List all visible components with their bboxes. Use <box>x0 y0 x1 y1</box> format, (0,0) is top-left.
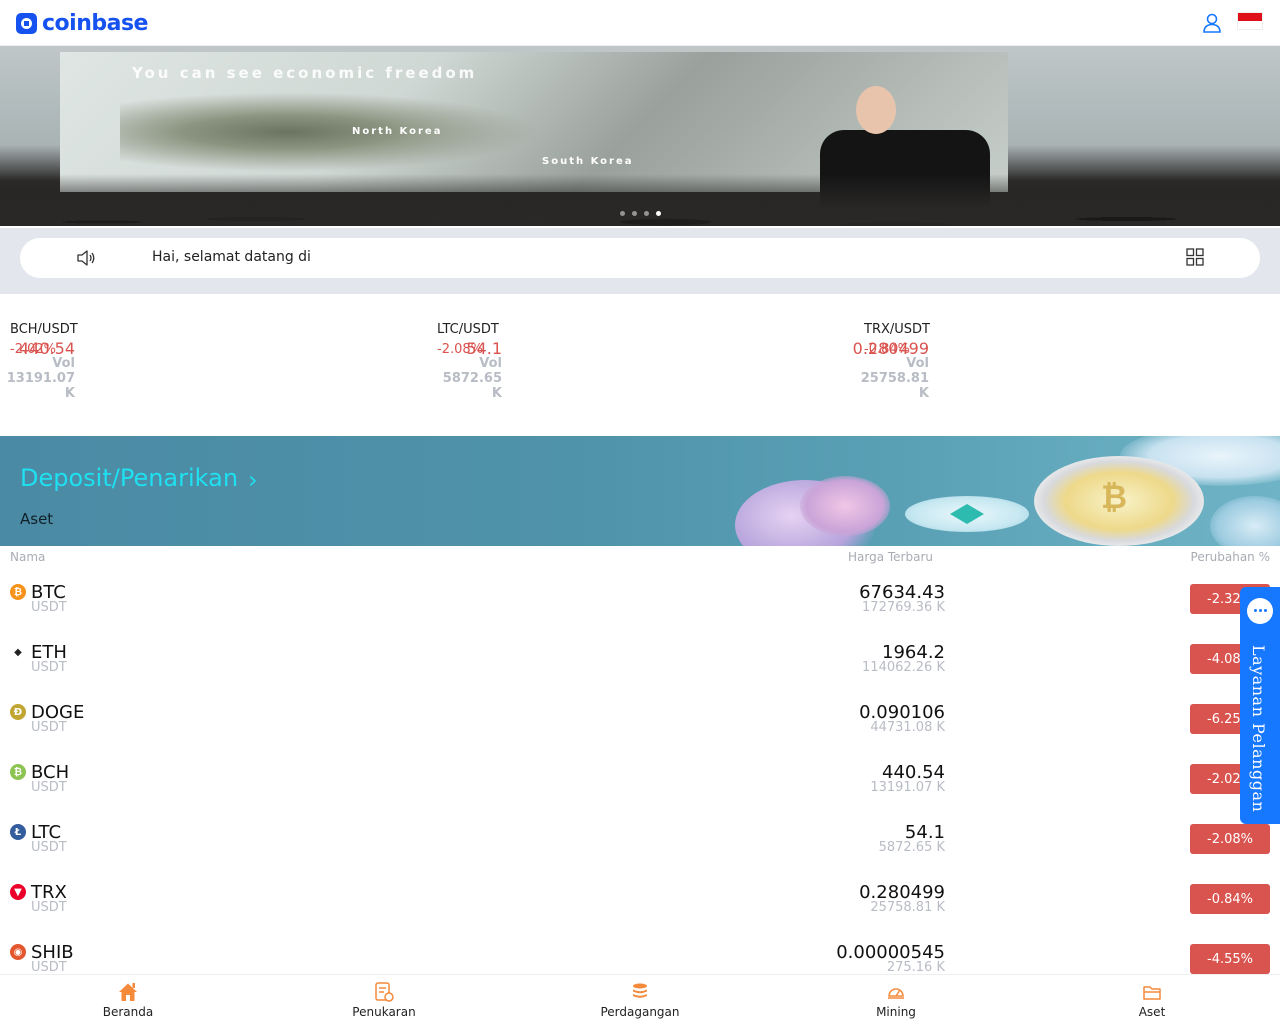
coinbase-logo[interactable]: coinbase <box>16 10 148 36</box>
ticker-pair: LTC/USDT <box>437 322 499 337</box>
app-header: coinbase <box>0 0 1280 46</box>
carousel-dots <box>620 211 661 216</box>
ticker-strip: BCH/USDT 440.54 -2.02% Vol 13191.07 K LT… <box>0 294 1280 436</box>
ticker-pair: BCH/USDT <box>10 322 78 337</box>
trade-icon <box>633 983 647 998</box>
deposit-subtitle: Aset <box>20 510 54 528</box>
banner-label-north: North Korea <box>352 126 443 137</box>
bch-icon: ₿ <box>10 764 26 780</box>
coin-volume: 25758.81 K <box>870 900 945 915</box>
carousel-dot[interactable] <box>620 211 625 216</box>
change-badge[interactable]: -0.84% <box>1190 884 1270 914</box>
market-row[interactable]: ₿ BCH USDT 440.54 13191.07 K -2.02% <box>0 750 1280 810</box>
nav-label: Penukaran <box>352 1005 416 1019</box>
ticker-card[interactable]: TRX/USDT 0.280499 -0.84% Vol 25758.81 K <box>853 322 1264 401</box>
shib-icon: ◉ <box>10 944 26 960</box>
mining-icon <box>888 988 904 999</box>
ticker-card[interactable]: BCH/USDT 440.54 -2.02% Vol 13191.07 K <box>7 322 410 401</box>
bottom-navigation: Beranda Penukaran Perdagangan Mining Ase… <box>0 974 1280 1024</box>
btc-icon: ₿ <box>10 584 26 600</box>
market-row[interactable]: ₿ BTC USDT 67634.43 172769.36 K -2.32% <box>0 570 1280 630</box>
nav-label: Beranda <box>102 1005 154 1019</box>
speaker-icon <box>77 250 95 266</box>
home-icon <box>119 983 137 1001</box>
carousel-dot[interactable] <box>644 211 649 216</box>
notice-bar[interactable]: Hai, selamat datang di <box>20 238 1260 278</box>
nav-label: Aset <box>1138 1005 1166 1019</box>
coin-quote: USDT <box>31 780 67 795</box>
nav-item-penukaran[interactable]: Penukaran <box>256 975 512 1024</box>
market-row[interactable]: ◆ ETH USDT 1964.2 114062.26 K -4.08% <box>0 630 1280 690</box>
ltc-icon: Ł <box>10 824 26 840</box>
coin-volume: 13191.07 K <box>870 780 945 795</box>
banner-headline: You can see economic freedom <box>132 64 478 82</box>
ticker-volume: Vol 13191.07 K <box>6 356 75 401</box>
notice-section: Hai, selamat datang di <box>0 228 1280 294</box>
column-latest-price: Harga Terbaru <box>848 550 934 564</box>
customer-service-label: Layanan Pelanggan <box>1249 645 1268 813</box>
nav-item-perdagangan[interactable]: Perdagangan <box>512 975 768 1024</box>
btc-coin-illustration <box>1034 456 1204 546</box>
market-row[interactable]: ▼ TRX USDT 0.280499 25758.81 K -0.84% <box>0 870 1280 930</box>
ticker-pair: TRX/USDT <box>864 322 930 337</box>
grid-menu-icon[interactable] <box>1186 248 1204 266</box>
chat-bubble-icon <box>1247 598 1273 624</box>
coin-quote: USDT <box>31 900 67 915</box>
deposit-withdraw-link[interactable]: Deposit/Penarikan <box>20 464 238 492</box>
market-list-header: Nama Harga Terbaru Perubahan % <box>0 548 1280 568</box>
notice-text: Hai, selamat datang di <box>152 249 311 265</box>
chevron-right-icon: › <box>248 466 258 494</box>
column-change: Perubahan % <box>1190 550 1270 564</box>
nav-label: Perdagangan <box>600 1005 680 1019</box>
nav-label: Mining <box>876 1005 916 1019</box>
column-name: Nama <box>10 550 46 564</box>
coin-quote: USDT <box>31 660 67 675</box>
coin-volume: 275.16 K <box>886 960 945 974</box>
market-list: ₿ BTC USDT 67634.43 172769.36 K -2.32% ◆ ETH USD… <box>0 570 1280 974</box>
trx-icon: ▼ <box>10 884 26 900</box>
doge-icon: Ð <box>10 704 26 720</box>
eth-coin-illustration <box>905 496 1029 532</box>
nav-item-mining[interactable]: Mining <box>768 975 1024 1024</box>
carousel-dot-active[interactable] <box>656 211 661 216</box>
wallet-icon <box>1143 986 1161 1000</box>
eth-icon: ◆ <box>10 644 26 660</box>
ticker-volume: Vol 25758.81 K <box>860 356 929 401</box>
coin-volume: 172769.36 K <box>862 600 945 615</box>
market-row[interactable]: Ł LTC USDT 54.1 5872.65 K -2.08% <box>0 810 1280 870</box>
market-row[interactable]: ◉ SHIB USDT 0.00000545 275.16 K -4.55% <box>0 930 1280 974</box>
coin-quote: USDT <box>31 600 67 615</box>
user-icon[interactable] <box>1201 12 1223 34</box>
coinbase-logo-icon <box>16 12 37 34</box>
banner-carousel[interactable]: You can see economic freedom North Korea… <box>0 46 1280 226</box>
banner-audience <box>0 174 1280 226</box>
market-row[interactable]: Ð DOGE USDT 0.090106 44731.08 K -6.25% <box>0 690 1280 750</box>
deposit-withdraw-banner[interactable]: Deposit/Penarikan › Aset <box>0 436 1280 546</box>
carousel-dot[interactable] <box>632 211 637 216</box>
coin-quote: USDT <box>31 960 67 974</box>
coin-quote: USDT <box>31 840 67 855</box>
exchange-icon <box>375 982 394 1002</box>
nav-item-beranda[interactable]: Beranda <box>0 975 256 1024</box>
ticker-volume: Vol 5872.65 K <box>442 356 502 401</box>
banner-label-south: South Korea <box>542 156 634 167</box>
coin-volume: 114062.26 K <box>862 660 945 675</box>
ticker-card[interactable]: LTC/USDT 54.1 -2.08% Vol 5872.65 K <box>437 322 837 401</box>
language-flag-icon[interactable] <box>1237 12 1263 30</box>
coin-volume: 5872.65 K <box>878 840 945 855</box>
customer-service-button[interactable]: Layanan Pelanggan <box>1240 587 1280 824</box>
change-badge[interactable]: -2.08% <box>1190 824 1270 854</box>
nav-item-aset[interactable]: Aset <box>1024 975 1280 1024</box>
coin-quote: USDT <box>31 720 67 735</box>
coin-volume: 44731.08 K <box>870 720 945 735</box>
logo-text: coinbase <box>42 10 148 36</box>
change-badge[interactable]: -4.55% <box>1190 944 1270 974</box>
